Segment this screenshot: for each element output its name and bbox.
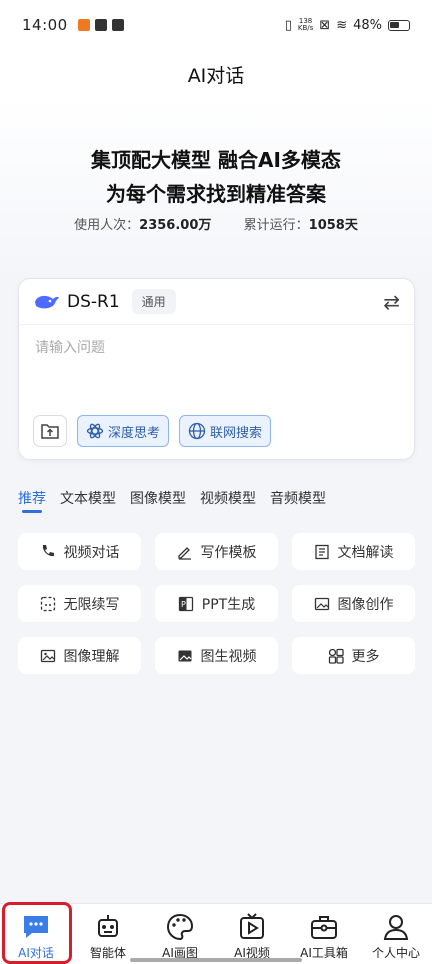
run-value: 1058天 (308, 218, 358, 233)
hero-line-2: 为每个需求找到精准答案 (106, 182, 326, 206)
feature-label: 图生视频 (200, 648, 257, 665)
net-speed: 138 KB/s (298, 18, 313, 32)
ppt-icon: P (178, 596, 193, 611)
pen-icon (177, 546, 191, 560)
feature-video-chat[interactable]: 视频对话 (18, 533, 141, 570)
tab-text-model[interactable]: 文本模型 (60, 488, 116, 508)
users-value: 2356.00万 (139, 218, 212, 233)
nav-profile[interactable]: 个人中心 (360, 904, 432, 964)
feature-ppt-generate[interactable]: P PPT生成 (155, 585, 278, 622)
page-header: AI对话 (0, 50, 432, 98)
tab-recommend[interactable]: 推荐 (18, 488, 46, 513)
app-notification-icon (77, 19, 90, 31)
message-notification-icon (111, 19, 124, 31)
feature-writing-template[interactable]: 写作模板 (155, 533, 278, 570)
deep-think-label: 深度思考 (108, 425, 161, 441)
nav-label: 个人中心 (371, 946, 420, 960)
globe-icon (188, 422, 206, 440)
page-title: AI对话 (187, 64, 245, 87)
whale-logo-icon (35, 295, 59, 308)
upload-folder-icon (41, 424, 59, 439)
tab-audio-model[interactable]: 音频模型 (270, 488, 326, 508)
status-time: 14:00 (22, 16, 68, 34)
phone-icon (42, 544, 54, 556)
image-understand-icon (40, 649, 55, 662)
model-tag: 通用 (131, 289, 176, 314)
input-actions: 深度思考 联网搜索 (33, 415, 272, 447)
nav-ai-chat[interactable]: AI对话 (0, 902, 72, 964)
nav-label: AI工具箱 (300, 946, 348, 960)
svg-text:P: P (181, 600, 186, 609)
feature-label: 图像创作 (337, 596, 394, 613)
nav-label: 智能体 (89, 946, 126, 960)
hero-line-1: 集顶配大模型 融合AI多模态 (91, 148, 341, 172)
net-speed-unit: KB/s (297, 24, 314, 32)
notification-icons (77, 19, 124, 31)
home-indicator[interactable] (130, 958, 302, 962)
feature-image-to-video[interactable]: 图生视频 (155, 637, 278, 674)
feature-label: 文档解读 (337, 544, 394, 561)
tab-image-model[interactable]: 图像模型 (130, 488, 186, 508)
infinite-write-icon (40, 596, 55, 611)
chat-input-card: DS-R1 通用 ⇄ 请输入问题 深度思考 联网搜索 (18, 278, 415, 460)
document-icon (314, 544, 329, 559)
run-label: 累计运行： (243, 218, 309, 233)
sim-icon: ⊠ (319, 17, 331, 33)
tab-video-model[interactable]: 视频模型 (200, 488, 256, 508)
more-grid-icon (328, 648, 344, 664)
feature-label: 写作模板 (200, 544, 257, 561)
vibrate-icon: ▯ (284, 17, 292, 33)
wifi-icon: ≋ (336, 17, 348, 33)
nav-ai-toolbox[interactable]: AI工具箱 (288, 904, 360, 964)
model-selector[interactable]: DS-R1 通用 ⇄ (19, 279, 414, 325)
image-to-video-icon (178, 650, 191, 661)
feature-label: 视频对话 (63, 544, 120, 561)
feature-infinite-write[interactable]: 无限续写 (18, 585, 141, 622)
nav-agent[interactable]: 智能体 (72, 904, 144, 964)
bottom-navigation: AI对话 智能体 AI画图 AI视频 AI工具箱 个人中心 (0, 902, 432, 964)
feature-more[interactable]: 更多 (292, 637, 415, 674)
feature-label: 图像理解 (63, 648, 120, 665)
video-play-icon (240, 913, 264, 939)
model-category-tabs: 推荐 文本模型 图像模型 视频模型 音频模型 (18, 488, 326, 513)
user-icon (383, 915, 409, 940)
feature-label: 更多 (351, 648, 380, 665)
users-label: 使用人次： (74, 218, 140, 233)
feature-label: PPT生成 (201, 596, 256, 613)
image-create-icon (314, 597, 329, 610)
model-name: DS-R1 (67, 291, 120, 312)
switch-model-icon[interactable]: ⇄ (383, 290, 400, 314)
feature-image-create[interactable]: 图像创作 (292, 585, 415, 622)
robot-icon (98, 915, 118, 937)
web-search-label: 联网搜索 (210, 425, 263, 441)
feature-image-understand[interactable]: 图像理解 (18, 637, 141, 674)
battery-icon (388, 19, 410, 31)
battery-percent: 48% (353, 17, 382, 33)
mail-notification-icon (94, 19, 107, 31)
feature-document-read[interactable]: 文档解读 (292, 533, 415, 570)
nav-ai-draw[interactable]: AI画图 (144, 904, 216, 964)
usage-stats: 使用人次：2356.00万 累计运行：1058天 (0, 214, 432, 233)
status-right: ▯ 138 KB/s ⊠ ≋ 48% (285, 18, 410, 33)
question-input[interactable]: 请输入问题 (35, 337, 105, 357)
status-bar: 14:00 ▯ 138 KB/s ⊠ ≋ 48% (0, 0, 432, 50)
toolbox-icon (311, 916, 337, 939)
nav-ai-video[interactable]: AI视频 (216, 904, 288, 964)
upload-button[interactable] (33, 415, 67, 447)
web-search-button[interactable]: 联网搜索 (179, 415, 272, 447)
feature-grid: 视频对话 写作模板 文档解读 无限续写 P PPT生成 图像创作 图像理解 图生… (18, 533, 415, 674)
atom-icon (86, 423, 104, 439)
palette-icon (166, 913, 194, 941)
active-highlight (2, 902, 72, 964)
deep-think-button[interactable]: 深度思考 (77, 415, 170, 447)
feature-label: 无限续写 (63, 596, 120, 613)
